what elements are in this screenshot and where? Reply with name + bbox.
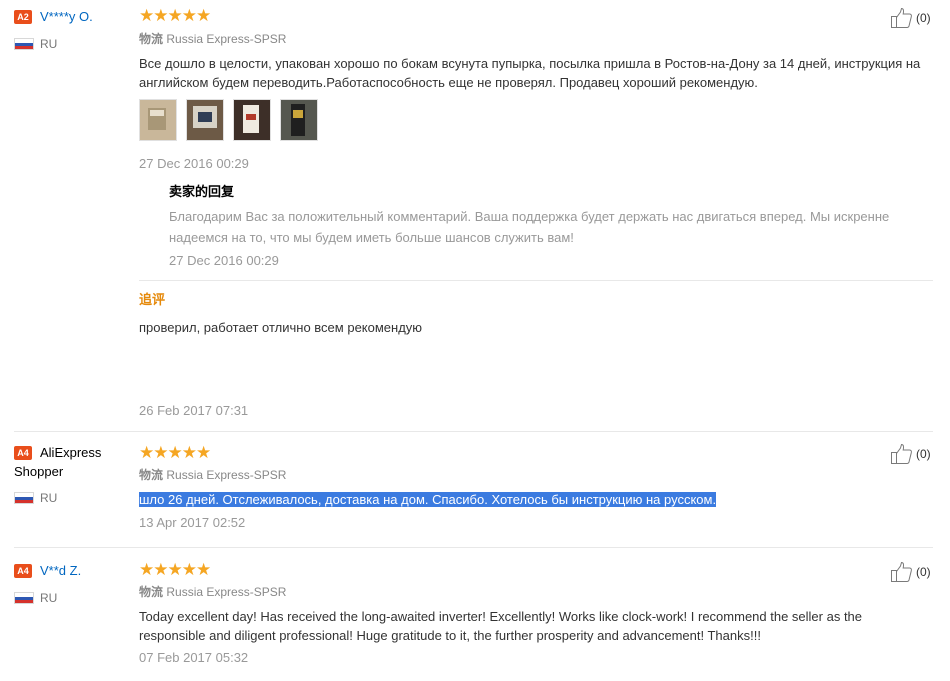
thumbs-up-icon — [891, 7, 912, 28]
reviewer-name-link[interactable]: V****y O. — [40, 7, 93, 26]
country-code: RU — [40, 37, 58, 51]
logistics-label: 物流 — [139, 32, 164, 46]
like-button[interactable]: (0) — [890, 7, 940, 29]
russia-flag-icon — [14, 492, 34, 504]
rating-stars: ★★★★★ — [139, 6, 211, 25]
review-date: 27 Dec 2016 00:29 — [139, 156, 249, 171]
seller-reply-text: Благодарим Вас за положительный коммента… — [169, 209, 890, 245]
review-photo-thumbnail[interactable] — [233, 99, 271, 141]
review-photo-thumbnail[interactable] — [280, 99, 318, 141]
thumbs-up-icon — [891, 561, 912, 582]
review-text: шло 26 дней. Отслеживалось, доставка на … — [139, 490, 929, 509]
review-item: A4 V**d Z. RU ★★★★★ 物流 Russia Express-SP… — [0, 548, 950, 681]
like-count: (0) — [916, 565, 931, 579]
review-text: Today excellent day! Has received the lo… — [139, 609, 863, 643]
logistics-method: Russia Express-SPSR — [166, 32, 287, 46]
review-photo-thumbnail[interactable] — [186, 99, 224, 141]
review-date: 13 Apr 2017 02:52 — [139, 515, 246, 530]
selected-text: шло 26 дней. Отслеживалось, доставка на … — [139, 492, 717, 507]
russia-flag-icon — [14, 592, 34, 604]
followup-date: 26 Feb 2017 07:31 — [139, 403, 249, 418]
reviewer-name-link[interactable]: V**d Z. — [40, 561, 81, 580]
reviewer-name: AliExpress Shopper — [14, 445, 102, 479]
country-code: RU — [40, 491, 58, 505]
like-count: (0) — [916, 11, 931, 25]
logistics-method: Russia Express-SPSR — [166, 585, 287, 599]
rating-stars: ★★★★★ — [139, 443, 211, 462]
logistics-label: 物流 — [139, 585, 164, 599]
review-item: A2 V****y O. RU ★★★★★ 物流 Russia Express-… — [0, 0, 950, 430]
country-code: RU — [40, 591, 58, 605]
logistics-label: 物流 — [139, 468, 164, 482]
logistics-info: 物流 Russia Express-SPSR — [139, 31, 286, 47]
divider — [139, 280, 933, 281]
seller-reply-title: 卖家的回复 — [169, 184, 235, 199]
buyer-level-badge: A2 — [14, 10, 32, 24]
logistics-method: Russia Express-SPSR — [166, 468, 287, 482]
review-text: Все дошло в целости, упакован хорошо по … — [139, 56, 921, 90]
like-button[interactable]: (0) — [890, 561, 940, 583]
like-button[interactable]: (0) — [890, 443, 940, 465]
review-date: 07 Feb 2017 05:32 — [139, 650, 249, 665]
like-count: (0) — [916, 447, 931, 461]
followup-text: проверил, работает отлично всем рекоменд… — [139, 320, 423, 335]
logistics-info: 物流 Russia Express-SPSR — [139, 584, 286, 600]
logistics-info: 物流 Russia Express-SPSR — [139, 467, 286, 483]
review-photo-thumbnail[interactable] — [139, 99, 177, 141]
russia-flag-icon — [14, 38, 34, 50]
followup-title: 追评 — [139, 292, 166, 307]
seller-reply-date: 27 Dec 2016 00:29 — [169, 253, 279, 268]
review-item: A4 AliExpress Shopper RU ★★★★★ 物流 Russia… — [0, 432, 950, 547]
buyer-level-badge: A4 — [14, 564, 32, 578]
thumbs-up-icon — [891, 443, 912, 464]
rating-stars: ★★★★★ — [139, 560, 211, 579]
